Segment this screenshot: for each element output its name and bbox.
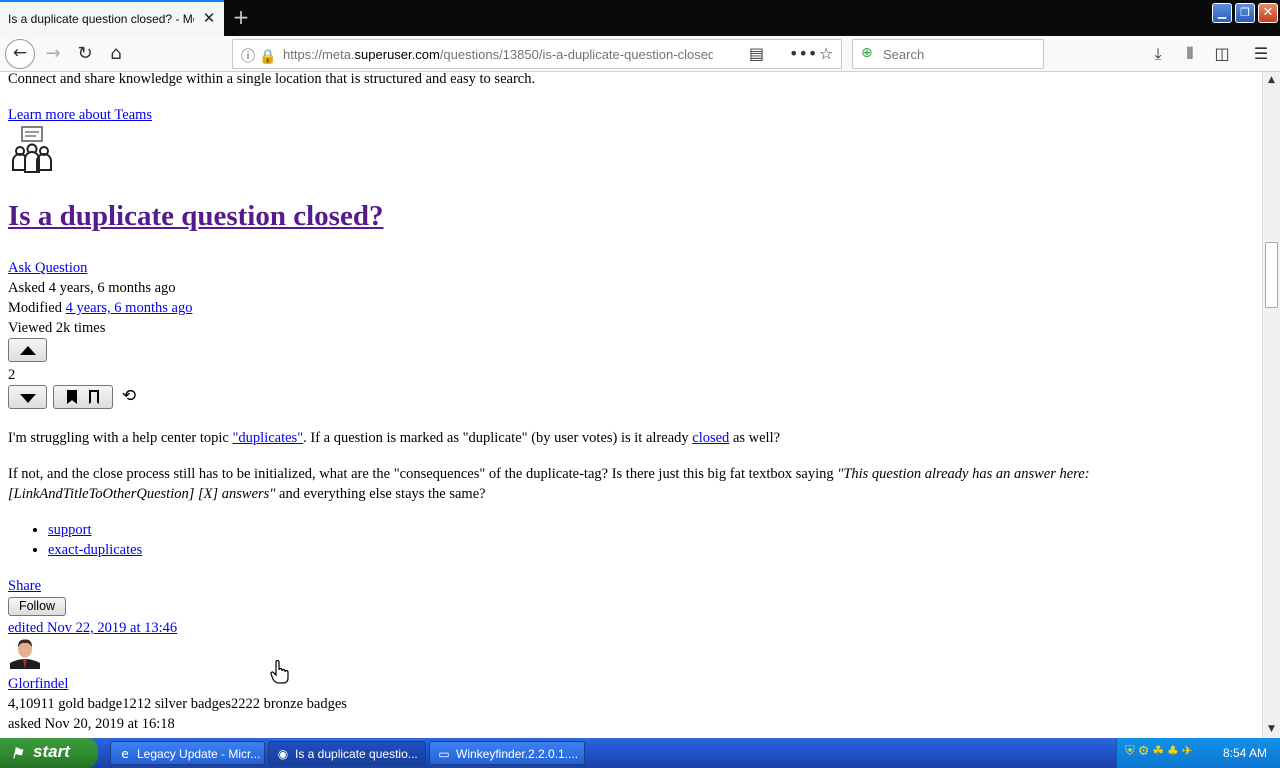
search-input[interactable]	[883, 45, 1033, 63]
tag-support[interactable]: support	[48, 522, 92, 538]
question-body-paragraph-2-line-2: [LinkAndTitleToOtherQuestion] [X] answer…	[8, 486, 486, 502]
tab-active[interactable]: Is a duplicate question closed? - Meta S…	[0, 0, 224, 36]
vertical-scrollbar[interactable]: ▲ ▼	[1262, 72, 1280, 738]
search-icon: ⊕	[861, 45, 873, 61]
teams-icon	[12, 126, 52, 173]
hand-cursor-icon	[270, 660, 289, 684]
restore-button[interactable]: ❐	[1235, 3, 1255, 23]
question-body-paragraph-1: I'm struggling with a help center topic …	[8, 430, 781, 446]
minimize-button[interactable]: ▁	[1212, 3, 1232, 23]
edited-link[interactable]: edited Nov 22, 2019 at 13:46	[8, 620, 177, 637]
tray-icons[interactable]: ⛨⚙☘♣✈	[1125, 744, 1196, 759]
reader-view-icon[interactable]: ▤	[749, 44, 764, 63]
page-viewport: Connect and share knowledge within a sin…	[0, 72, 1262, 738]
bookmark-outline-icon	[89, 390, 99, 404]
navigation-toolbar: ← → ↻ ⌂ ⓘ 🔒 https://meta.superuser.com/qu…	[0, 36, 1280, 72]
downvote-button[interactable]	[8, 385, 47, 409]
question-title[interactable]: Is a duplicate question closed?	[8, 200, 383, 233]
folder-icon: ▭	[438, 747, 450, 761]
windows-flag-icon: ⚑	[10, 745, 24, 761]
ie-icon: e	[121, 747, 129, 761]
sidebar-icon[interactable]: ◫	[1207, 39, 1237, 69]
asked-timestamp: asked Nov 20, 2019 at 16:18	[8, 716, 175, 732]
start-label: start	[33, 742, 70, 761]
up-arrow-icon	[20, 346, 36, 355]
library-icon[interactable]: ⫴	[1175, 39, 1205, 69]
tab-close-icon[interactable]: ✕	[200, 9, 218, 27]
taskbar-item-legacy-update[interactable]: e Legacy Update - Micr...	[110, 741, 265, 765]
tab-title: Is a duplicate question closed? - Meta S…	[8, 12, 194, 26]
ask-question-link[interactable]: Ask Question	[8, 260, 87, 277]
reload-icon[interactable]: ↻	[70, 39, 100, 69]
tag-item: exact-duplicates	[48, 542, 142, 562]
start-button[interactable]: ⚑ start	[0, 738, 98, 768]
asked-value: 4 years, 6 months ago	[48, 280, 176, 296]
new-tab-button[interactable]: +	[230, 6, 252, 28]
scrollbar-thumb[interactable]	[1265, 242, 1278, 308]
modified-info: Modified 4 years, 6 months ago	[8, 300, 192, 317]
user-badges: 4,10911 gold badge1212 silver badges2222…	[8, 696, 347, 712]
system-tray: ⛨⚙☘♣✈ 8:54 AM	[1116, 738, 1280, 768]
closed-link[interactable]: closed	[692, 430, 729, 446]
share-link[interactable]: Share	[8, 578, 41, 595]
user-name-link[interactable]: Glorfindel	[8, 676, 68, 693]
duplicates-link[interactable]: "duplicates"	[233, 430, 304, 446]
modified-label: Modified	[8, 300, 62, 316]
asked-label: Asked	[8, 280, 46, 296]
taskbar-item-firefox[interactable]: ◉ Is a duplicate questio...	[268, 741, 426, 765]
down-arrow-icon	[20, 394, 36, 403]
firefox-icon: ◉	[277, 747, 289, 761]
tab-strip: Is a duplicate question closed? - Meta S…	[0, 0, 1280, 36]
modified-link[interactable]: 4 years, 6 months ago	[66, 300, 193, 316]
taskbar-item-folder[interactable]: ▭ Winkeyfinder.2.2.0.1....	[429, 741, 585, 765]
forward-icon[interactable]: →	[38, 39, 68, 69]
user-avatar[interactable]	[10, 637, 40, 669]
back-icon[interactable]: ←	[5, 39, 35, 69]
vote-count: 2	[8, 367, 16, 383]
taskbar: ⚑ start e Legacy Update - Micr... ◉ Is a…	[0, 738, 1280, 768]
bookmark-star-icon[interactable]: ☆	[819, 44, 833, 63]
home-icon[interactable]: ⌂	[101, 39, 131, 69]
viewed-count: Viewed 2k times	[8, 320, 106, 336]
bookmark-filled-icon	[67, 390, 77, 404]
upvote-button[interactable]	[8, 338, 47, 362]
downloads-icon[interactable]: ⤓	[1143, 39, 1173, 69]
learn-more-teams-link[interactable]: Learn more about Teams	[8, 107, 152, 124]
search-bar[interactable]: ⊕	[852, 39, 1044, 69]
url-text[interactable]: https://meta.superuser.com/questions/138…	[283, 47, 713, 62]
question-body-paragraph-2-line-1: If not, and the close process still has …	[8, 466, 1090, 482]
close-window-button[interactable]: ✕	[1258, 3, 1278, 23]
follow-button[interactable]: Follow	[8, 597, 66, 616]
tag-exact-duplicates[interactable]: exact-duplicates	[48, 542, 142, 558]
history-icon[interactable]: ⟲	[118, 385, 140, 407]
asked-info: Asked 4 years, 6 months ago	[8, 280, 176, 297]
menu-icon[interactable]: ☰	[1246, 39, 1276, 69]
tag-item: support	[48, 522, 142, 542]
page-actions-icon[interactable]: •••	[789, 44, 817, 63]
tag-list: support exact-duplicates	[48, 522, 142, 562]
scroll-down-icon[interactable]: ▼	[1263, 721, 1280, 738]
teams-blurb: Connect and share knowledge within a sin…	[8, 72, 536, 87]
bookmark-button[interactable]	[53, 385, 113, 409]
site-info-icon[interactable]: ⓘ 🔒	[241, 46, 276, 66]
scroll-up-icon[interactable]: ▲	[1263, 72, 1280, 89]
clock[interactable]: 8:54 AM	[1223, 746, 1267, 760]
lock-warning-icon: 🔒	[259, 49, 277, 65]
url-bar[interactable]: ⓘ 🔒 https://meta.superuser.com/questions/…	[232, 39, 842, 69]
